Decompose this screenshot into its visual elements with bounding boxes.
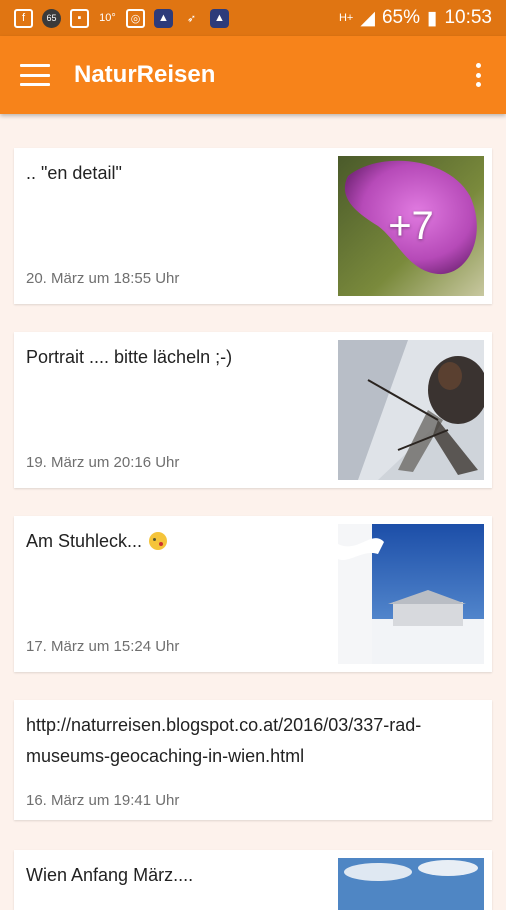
fly-photo <box>338 340 484 480</box>
app-title: NaturReisen <box>74 61 216 88</box>
sky-photo <box>338 858 484 910</box>
battery-icon: ▮ <box>426 7 438 29</box>
more-photos-count: +7 <box>388 203 434 248</box>
post-thumbnail[interactable] <box>338 858 484 910</box>
app-icon-2: ▲ <box>210 8 229 28</box>
snow-hut-photo <box>338 524 484 664</box>
post-text: Wien Anfang März.... <box>26 865 194 885</box>
menu-icon[interactable] <box>20 64 50 86</box>
post-thumbnail[interactable] <box>338 524 484 664</box>
post-card[interactable]: Wien Anfang März.... <box>14 850 492 910</box>
signal-icon: ◢ <box>360 7 375 29</box>
gallery-icon: ▪ <box>70 8 89 28</box>
facebook-icon: f <box>14 8 33 28</box>
app-icon: ▲ <box>154 8 173 28</box>
post-date: 20. März um 18:55 Uhr <box>26 270 180 287</box>
clock: 10:53 <box>444 7 492 28</box>
kissing-face-emoji-icon <box>149 532 168 550</box>
post-text[interactable]: http://naturreisen.blogspot.co.at/2016/0… <box>26 710 481 772</box>
running-icon: ➶ <box>186 12 197 25</box>
post-text: Portrait .... bitte lächeln ;-) <box>26 347 233 367</box>
post-text: Am Stuhleck... <box>26 530 326 552</box>
post-text-content: Am Stuhleck... <box>26 531 148 551</box>
post-date: 16. März um 19:41 Uhr <box>26 792 180 809</box>
post-date: 17. März um 15:24 Uhr <box>26 638 180 655</box>
instagram-icon: ◎ <box>126 8 145 28</box>
post-thumbnail[interactable]: +7 <box>338 156 484 296</box>
notification-badge-icon: 65 <box>42 8 61 28</box>
more-options-icon[interactable] <box>474 63 482 87</box>
post-text: .. "en detail" <box>26 163 122 183</box>
post-card[interactable]: Portrait .... bitte lächeln ;-) 19. März… <box>14 332 492 488</box>
status-bar: f 65 ▪ 10° ◎ ▲ ➶ ▲ H+ ◢ 65% ▮ 10:53 <box>0 0 506 36</box>
battery-percent: 65% <box>381 7 420 28</box>
app-bar: NaturReisen <box>0 36 506 114</box>
post-feed: .. "en detail" 20. März um 18:55 Uhr +7 … <box>0 114 506 910</box>
network-type-icon: H+ <box>338 12 354 24</box>
temperature-icon: 10° <box>99 12 116 24</box>
post-date: 19. März um 20:16 Uhr <box>26 454 180 471</box>
post-card[interactable]: .. "en detail" 20. März um 18:55 Uhr +7 <box>14 148 492 304</box>
post-card[interactable]: http://naturreisen.blogspot.co.at/2016/0… <box>14 700 492 820</box>
post-thumbnail[interactable] <box>338 340 484 480</box>
post-card[interactable]: Am Stuhleck... 17. März um 15:24 Uhr <box>14 516 492 672</box>
